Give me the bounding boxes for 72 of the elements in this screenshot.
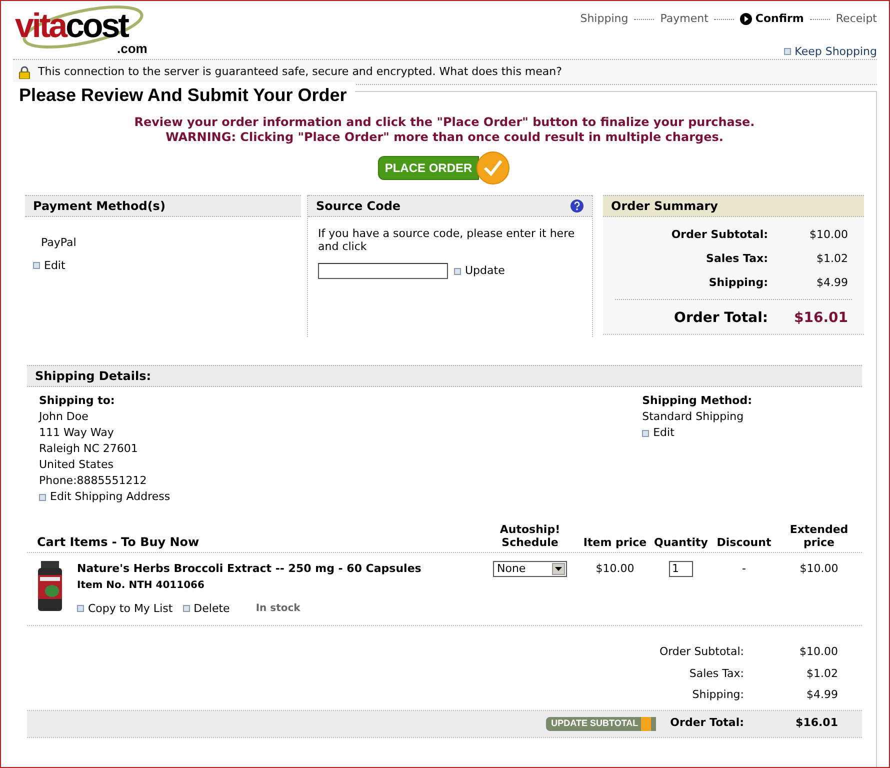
total-label: Sales Tax: [689, 666, 744, 682]
source-code-help: If you have a source code, please enter it here and click [318, 227, 576, 253]
instruction-text: Review your order information and click the "Place Order" button to finalize your purchase. [134, 115, 755, 130]
checkout-step: Payment [660, 11, 708, 28]
section-heading: Payment Method(s) [33, 198, 166, 215]
edit-link[interactable]: Edit [642, 425, 752, 441]
total-value: $1.02 [806, 666, 838, 682]
autoship-dropdown[interactable]: None [493, 561, 567, 577]
address-line: John Doe [39, 409, 90, 425]
stock-status: In stock [256, 602, 300, 616]
padlock-icon [19, 66, 30, 78]
order-total-value: $16.01 [792, 309, 849, 328]
summary-label: Order Subtotal: [671, 226, 768, 243]
summary-value: $4.99 [816, 274, 849, 291]
summary-value: $10.00 [808, 226, 849, 243]
edit-link[interactable]: Edit [33, 258, 66, 274]
total-label: Order Subtotal: [659, 644, 744, 660]
bullet-icon [784, 48, 791, 56]
cart-total-label: Order Total: [670, 715, 744, 732]
discount: - [741, 561, 747, 577]
update-link[interactable]: Update [454, 263, 505, 280]
checkout-step: Confirm [755, 11, 804, 28]
bullet-icon [77, 605, 84, 612]
cart-total-value: $16.01 [794, 715, 838, 732]
section-heading: Shipping Details: [35, 368, 152, 385]
shipping-method-heading: Shipping Method: [642, 393, 752, 409]
quantity-field[interactable]: 1 [669, 561, 693, 577]
item-number: Item No. NTH 4011066 [77, 578, 206, 592]
bullet-icon [182, 605, 190, 612]
section-heading: Source Code [316, 198, 401, 215]
arrow-circle-icon [740, 13, 752, 26]
summary-value: $1.02 [816, 250, 849, 267]
column-header: Autoship! Schedule [498, 523, 562, 549]
column-header: Quantity [653, 536, 709, 549]
summary-label: Shipping: [708, 274, 768, 291]
checkmark-icon [475, 151, 512, 185]
instruction-text: WARNING: Clicking "Place Order" more than once could result in multiple charges. [166, 130, 724, 145]
column-header: Discount [716, 536, 772, 549]
column-header: Extended price [788, 523, 850, 549]
bullet-icon [642, 430, 650, 436]
update-subtotal-button[interactable]: UPDATE SUBTOTAL [546, 716, 656, 730]
bullet-icon [33, 262, 40, 270]
order-total-label: Order Total: [674, 309, 768, 328]
checkout-step: Receipt [836, 11, 877, 28]
edit-shipping-address-link[interactable]: Edit Shipping Address [39, 489, 170, 505]
copy-to-list-link[interactable]: Copy to My List [77, 600, 173, 617]
shipping-to-heading: Shipping to: [39, 393, 116, 409]
total-value: $4.99 [806, 687, 838, 703]
source-code-field[interactable] [318, 263, 448, 280]
cart-heading: Cart Items - To Buy Now [36, 536, 200, 549]
total-label: Shipping: [692, 687, 744, 703]
payment-method: PayPal [41, 235, 78, 251]
extended-price: $10.00 [798, 561, 840, 577]
item-price: $10.00 [594, 561, 636, 577]
total-value: $10.00 [798, 644, 838, 660]
address-line: United States [39, 457, 114, 473]
caret-icon [552, 563, 565, 575]
section-heading: Order Summary [611, 198, 718, 215]
summary-label: Sales Tax: [706, 250, 768, 267]
product-name: Nature's Herbs Broccoli Extract -- 250 mg - 60 Capsules [77, 561, 422, 577]
bullet-icon [39, 494, 46, 500]
address-line: Phone:8885551212 [39, 473, 148, 489]
keep-shopping-link[interactable]: Keep Shopping [784, 44, 877, 60]
checkout-step: Shipping [580, 11, 628, 28]
address-line: 111 Way Way [39, 425, 115, 441]
help-icon[interactable] [570, 199, 584, 213]
shipping-method: Standard Shipping [642, 409, 745, 425]
bullet-icon [454, 268, 461, 275]
security-notice: This connection to the server is guaranteed safe, secure and encrypted. What does this mean? [38, 64, 562, 80]
column-header: Item price [582, 536, 648, 549]
address-line: Raleigh NC 27601 [39, 441, 139, 457]
delete-link[interactable]: Delete [182, 600, 230, 617]
